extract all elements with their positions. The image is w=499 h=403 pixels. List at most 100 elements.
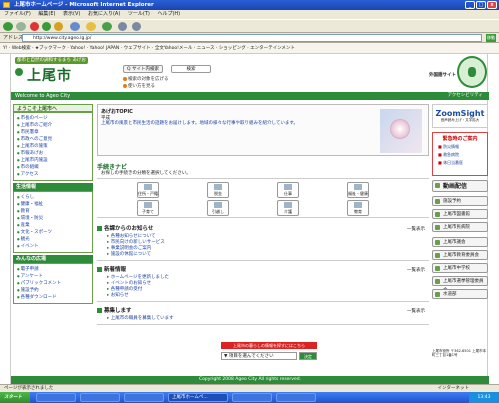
window-title-bar: 上尾市ホームページ - Microsoft Internet Explorer …: [0, 0, 499, 10]
nav-button[interactable]: 介護: [277, 200, 299, 216]
sidebar-item[interactable]: 上尾市のご紹介: [17, 122, 89, 129]
menu-edit[interactable]: 編集(E): [38, 11, 55, 17]
sidebar-item[interactable]: くらし: [17, 194, 89, 201]
sidebar-item[interactable]: 観光: [17, 236, 89, 243]
topic-text[interactable]: 上尾市の風景と市民生活の話題をお届けします。地域の様々な行事や取り組みを紹介して…: [101, 121, 341, 126]
favorites-icon[interactable]: [86, 22, 96, 31]
refresh-icon[interactable]: [42, 22, 51, 31]
sidebar-item[interactable]: 各種ダウンロード: [17, 294, 89, 301]
foreign-language-link[interactable]: 外国語サイト: [429, 72, 456, 78]
news-item[interactable]: お知らせ: [107, 292, 129, 298]
right-link-button[interactable]: 上尾市教育委員会: [432, 250, 488, 260]
maximize-button[interactable]: □: [476, 1, 486, 9]
category-icon: [354, 184, 362, 190]
category-icon: [214, 202, 222, 208]
more-link[interactable]: 一覧表示: [407, 226, 425, 232]
sidebar-item[interactable]: アクセス: [17, 171, 89, 178]
right-link-button[interactable]: 水道部: [432, 289, 488, 299]
sidebar-item[interactable]: 市長のページ: [17, 115, 89, 122]
nav-button[interactable]: 仕事: [277, 182, 299, 198]
sidebar-item[interactable]: 電子申請: [17, 266, 89, 273]
menu-tools[interactable]: ツール(T): [128, 11, 150, 17]
sidebar-item[interactable]: 上尾市内施設: [17, 157, 89, 164]
sidebar-item[interactable]: 市の組織: [17, 164, 89, 171]
right-link-button[interactable]: 上尾市議会: [432, 237, 488, 247]
sidebar-item[interactable]: イベント: [17, 243, 89, 250]
nav-button[interactable]: 税金: [207, 182, 229, 198]
topic-photo[interactable]: [380, 109, 422, 153]
more-link[interactable]: 一覧表示: [407, 267, 425, 273]
right-link-button[interactable]: 上尾市中学校: [432, 263, 488, 273]
nav-button[interactable]: 住所・戸籍: [137, 182, 159, 198]
expand-search-link[interactable]: 検索の対象を広げる: [123, 76, 169, 82]
back-icon[interactable]: [3, 22, 13, 31]
menu-help[interactable]: ヘルプ(H): [157, 11, 180, 17]
section-title: 各課からのお知らせ: [97, 224, 153, 232]
right-link-button[interactable]: 上尾市選挙管理委員会: [432, 276, 488, 293]
go-button[interactable]: 移動: [486, 34, 496, 42]
site-logo[interactable]: 上尾市: [27, 65, 72, 85]
nav-button[interactable]: 引越し: [207, 200, 229, 216]
nav-button[interactable]: 福祉・健康: [347, 182, 369, 198]
right-link-button[interactable]: 上尾市図書館: [432, 209, 488, 219]
site-search-input[interactable]: 検索: [171, 65, 211, 73]
sidebar-item[interactable]: 市民憲章: [17, 129, 89, 136]
sidebar-item[interactable]: 環境・防災: [17, 215, 89, 222]
home-icon[interactable]: [54, 22, 63, 31]
forward-icon[interactable]: [16, 22, 26, 31]
taskbar-item[interactable]: [36, 393, 76, 402]
usage-link[interactable]: 使い方を見る: [123, 83, 155, 89]
right-sidebar: ZoomSight 音声読み上げ・文字拡大 緊急時のご案内 防災情報 救急病院 …: [432, 102, 488, 377]
taskbar-item[interactable]: [124, 393, 164, 402]
category-select[interactable]: ▼ 項目を選んでください: [221, 352, 297, 360]
emergency-item[interactable]: 救急病院: [438, 152, 487, 158]
sidebar-item[interactable]: 産業: [17, 222, 89, 229]
close-button[interactable]: x: [487, 1, 497, 9]
emergency-item[interactable]: 防災情報: [438, 144, 487, 150]
taskbar-item[interactable]: [80, 393, 120, 402]
menu-view[interactable]: 表示(V): [63, 11, 80, 17]
sidebar-item[interactable]: 教育: [17, 208, 89, 215]
right-link-button[interactable]: 上尾市民病院: [432, 222, 488, 232]
start-button[interactable]: スタート: [0, 392, 30, 403]
info-search-banner[interactable]: 上尾市の暮らしの情報を探すにはこちら: [221, 342, 317, 349]
nav-button[interactable]: 子育て: [137, 200, 159, 216]
video-button[interactable]: 動画配信: [432, 180, 488, 192]
menu-file[interactable]: ファイル(F): [4, 11, 31, 17]
taskbar-item[interactable]: [232, 393, 272, 402]
more-link[interactable]: 一覧表示: [407, 308, 425, 314]
taskbar-item-active[interactable]: 上尾市ホームペ...: [168, 393, 228, 402]
sidebar-item[interactable]: 上尾市の施策: [17, 143, 89, 150]
right-link-button[interactable]: 施設予約: [432, 196, 488, 206]
zoomsight-banner[interactable]: ZoomSight 音声読み上げ・文字拡大: [432, 104, 488, 128]
sidebar-item[interactable]: 市報あげお: [17, 150, 89, 157]
taskbar-item[interactable]: [276, 393, 316, 402]
sidebar-item[interactable]: 文化・スポーツ: [17, 229, 89, 236]
sidebar-item[interactable]: アンケート: [17, 273, 89, 280]
site-footer: Copyright 2008 Ageo City All rights rese…: [11, 376, 489, 384]
accessibility-link[interactable]: アクセシビリティ: [447, 92, 483, 100]
sidebar-item[interactable]: 市政へのご意見: [17, 136, 89, 143]
emergency-item[interactable]: 休日当番医: [438, 160, 487, 166]
status-bar: ページが表示されました インターネット: [0, 384, 499, 392]
zoomsight-logo: ZoomSight: [435, 109, 485, 118]
sidebar-item[interactable]: 健康・福祉: [17, 201, 89, 208]
main-content: あげおTOPIC 平成 上尾市の風景と市民生活の話題をお届けします。地域の様々な…: [97, 102, 429, 377]
sidebar-item[interactable]: 施設予約: [17, 287, 89, 294]
bullet-icon: [123, 83, 127, 88]
news-item[interactable]: 上尾市の職員を募集しています: [107, 315, 174, 321]
minimize-button[interactable]: _: [465, 1, 475, 9]
stop-icon[interactable]: [30, 22, 39, 31]
mail-icon[interactable]: [118, 22, 127, 31]
news-item[interactable]: 施設の休館について: [107, 251, 151, 257]
print-icon[interactable]: [132, 22, 141, 31]
yahoo-toolbar[interactable]: Y! · Web検索 · ★ブックマーク · Yahoo! · Yahoo! J…: [0, 43, 499, 54]
sidebar-item[interactable]: パブリックコメント: [17, 280, 89, 287]
search-icon[interactable]: [70, 22, 80, 31]
site-search-button[interactable]: Q サイト内検索: [123, 65, 163, 73]
nav-button[interactable]: 教育: [347, 200, 369, 216]
address-input[interactable]: http://www.city.ageo.lg.jp/: [22, 34, 482, 42]
select-go-button[interactable]: 決定: [299, 352, 317, 360]
history-icon[interactable]: [102, 22, 112, 31]
menu-favorites[interactable]: お気に入り(A): [88, 11, 120, 17]
